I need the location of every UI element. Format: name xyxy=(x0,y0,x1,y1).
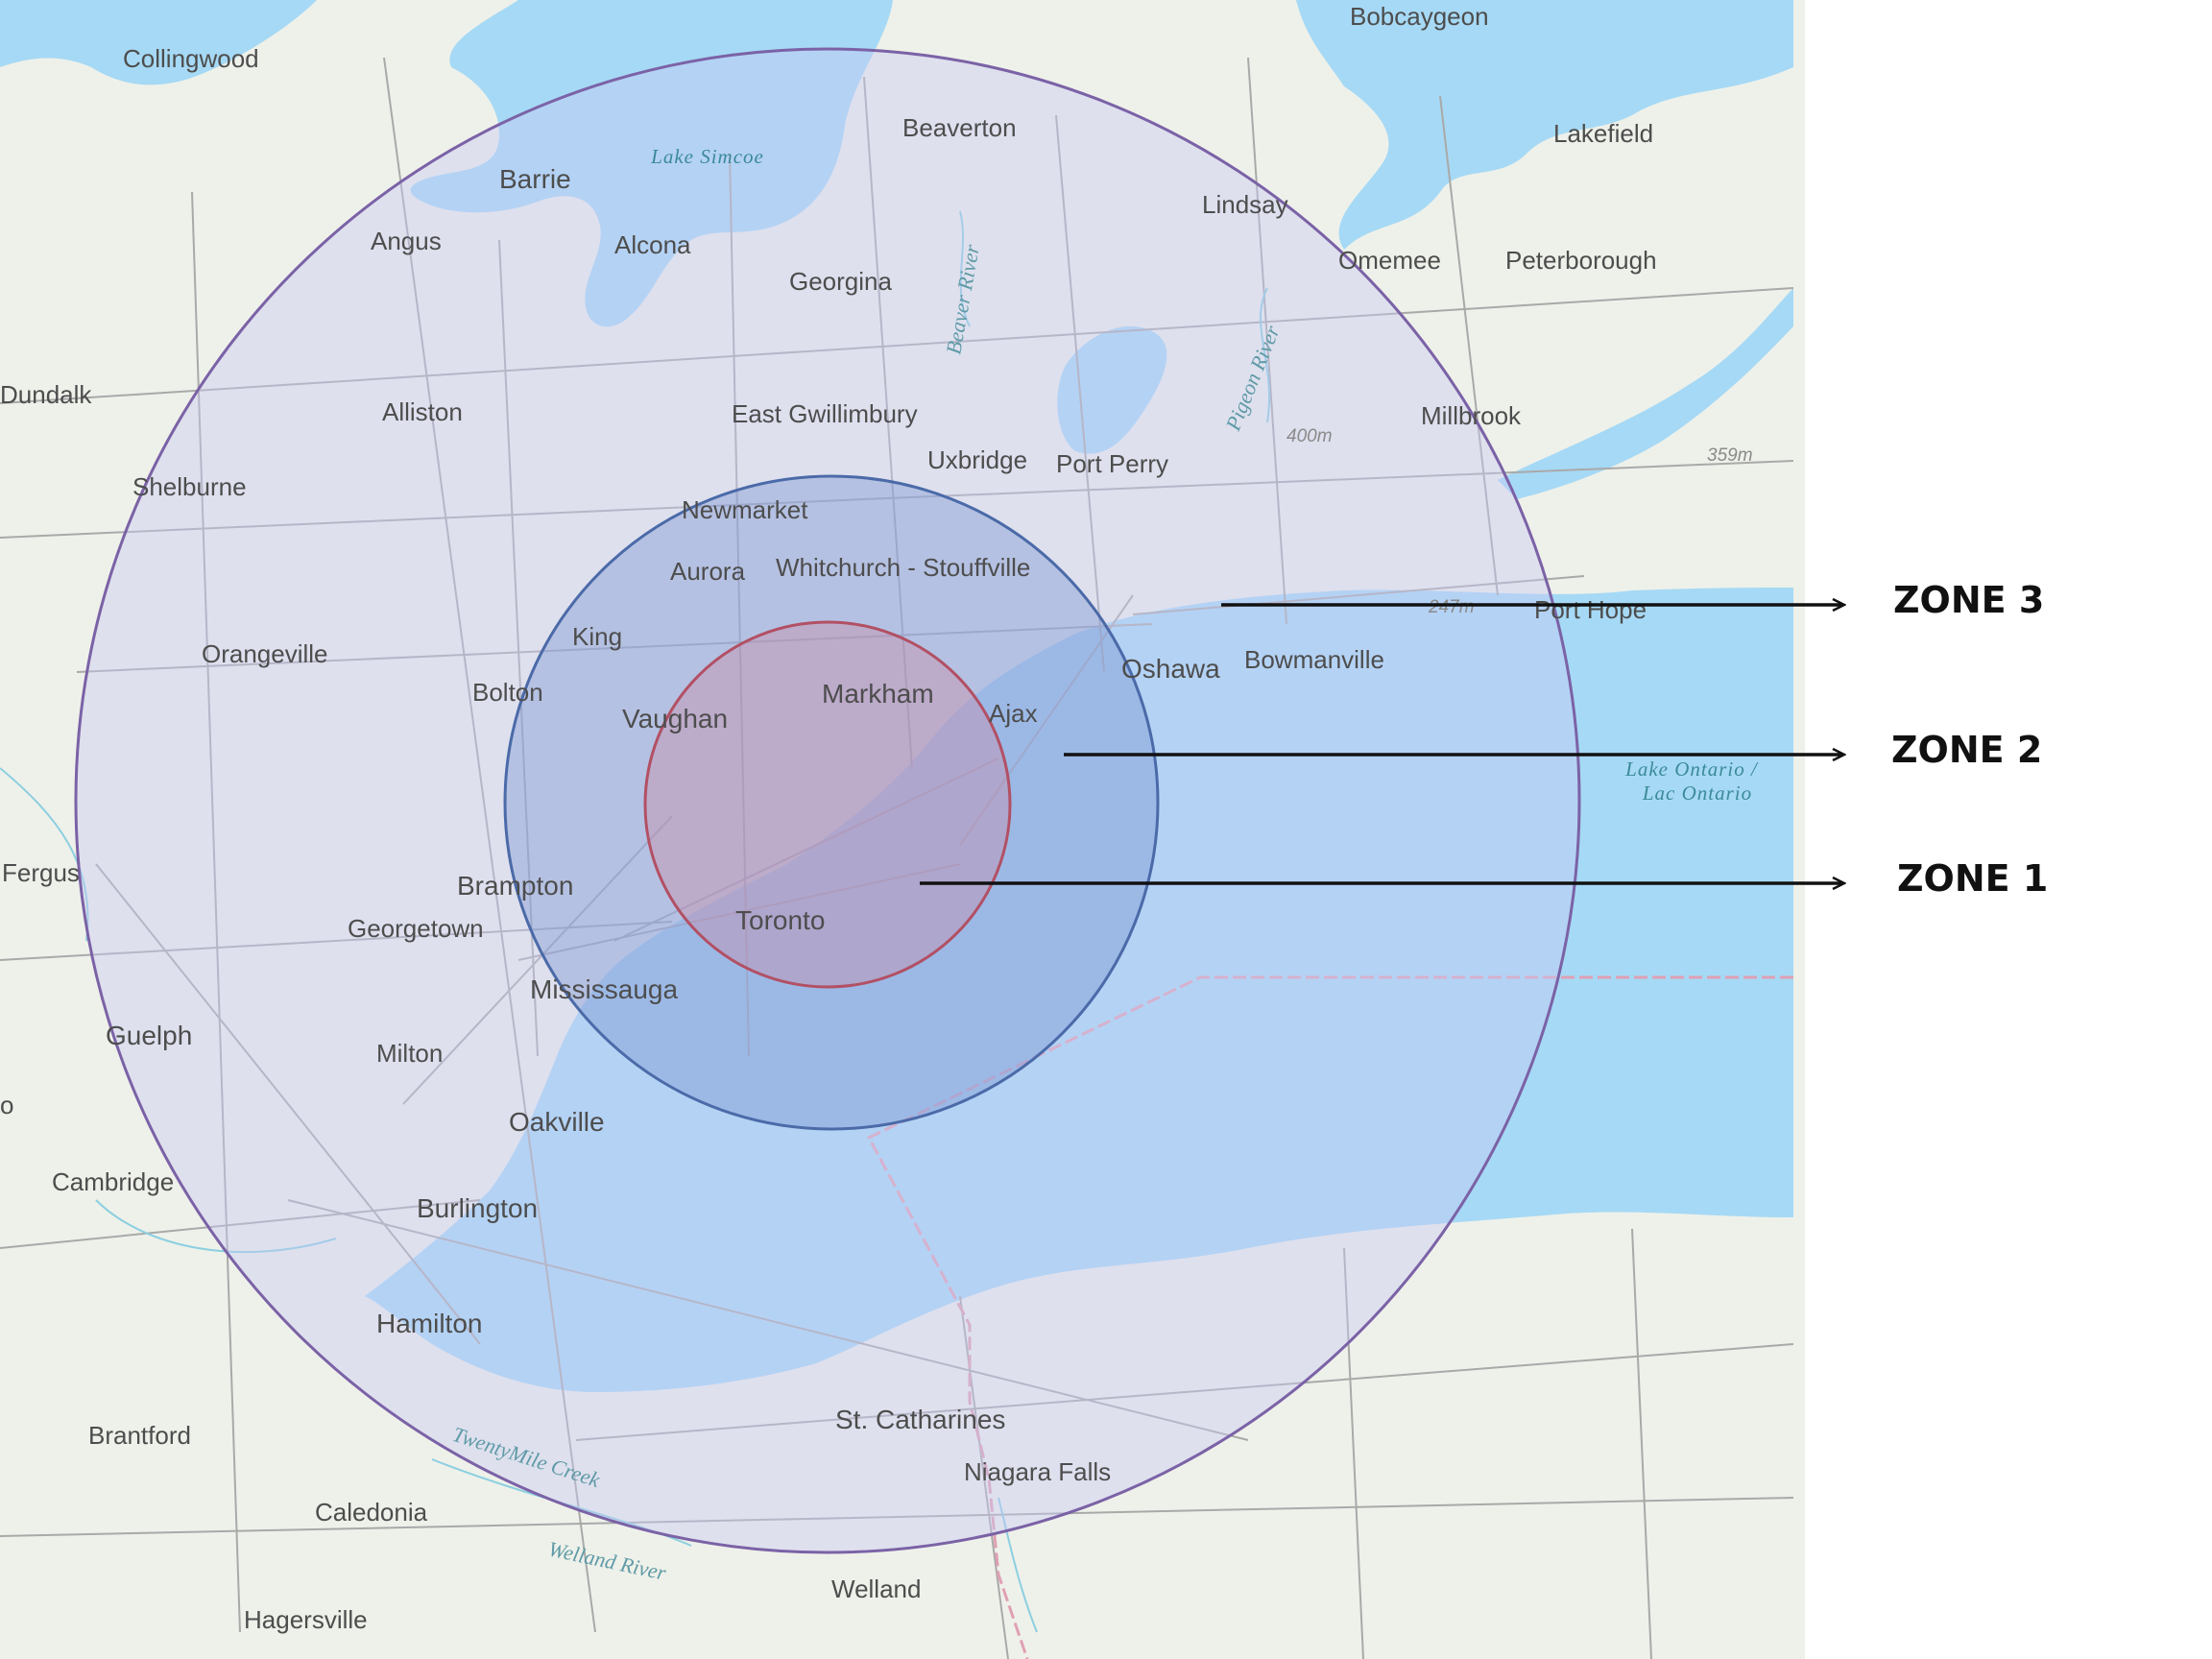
lake-simcoe-label: Lake Simcoe xyxy=(650,145,764,168)
lake-ontario-label-1: Lake Ontario / xyxy=(1624,757,1759,781)
place-label: King xyxy=(572,622,622,651)
place-label: Welland xyxy=(831,1575,921,1603)
place-label: Mississauga xyxy=(530,974,678,1004)
place-label: Ajax xyxy=(989,699,1038,728)
place-label: Bobcaygeon xyxy=(1350,2,1489,31)
place-label: o xyxy=(0,1091,13,1119)
place-label: Markham xyxy=(822,679,934,709)
place-label: Lakefield xyxy=(1553,119,1653,148)
place-label: Guelph xyxy=(106,1021,192,1050)
zone-1-label: ZONE 1 xyxy=(1897,857,2048,900)
place-label: Niagara Falls xyxy=(964,1457,1111,1486)
place-label: Barrie xyxy=(499,164,571,194)
place-label: Burlington xyxy=(417,1193,538,1223)
basemap: Lake Simcoe Lake Ontario / Lac Ontario T… xyxy=(0,0,1793,1659)
place-label: Millbrook xyxy=(1421,401,1522,430)
zone-2-label: ZONE 2 xyxy=(1891,729,2042,771)
place-label: Georgetown xyxy=(348,914,484,943)
place-label: Cambridge xyxy=(52,1167,174,1196)
zone-1-circle[interactable] xyxy=(643,620,1012,989)
place-label: Collingwood xyxy=(123,44,259,73)
place-label: Port Perry xyxy=(1056,449,1168,478)
place-label: Peterborough xyxy=(1505,246,1657,275)
place-label: Hagersville xyxy=(244,1605,368,1634)
place-label: Milton xyxy=(376,1039,443,1068)
place-label: Port Hope xyxy=(1534,595,1647,624)
place-label: East Gwillimbury xyxy=(732,399,918,428)
place-label: Uxbridge xyxy=(927,445,1027,474)
place-label: Whitchurch - Stouffville xyxy=(776,553,1030,582)
place-label: Vaughan xyxy=(622,704,728,733)
place-label: Caledonia xyxy=(315,1498,428,1527)
place-label: Aurora xyxy=(670,557,746,586)
place-label: Fergus xyxy=(2,858,80,887)
place-label: St. Catharines xyxy=(835,1405,1005,1434)
place-label: Brampton xyxy=(457,871,573,901)
place-label: Omemee xyxy=(1338,246,1441,275)
elevation-label: 359m xyxy=(1707,445,1753,466)
place-label: Lindsay xyxy=(1202,190,1288,219)
place-label: Hamilton xyxy=(376,1309,482,1338)
place-label: Newmarket xyxy=(682,495,808,524)
elevation-label: 247m xyxy=(1428,597,1475,617)
place-label: Angus xyxy=(371,227,442,255)
lake-ontario-label-2: Lac Ontario xyxy=(1642,781,1752,805)
place-label: Brantford xyxy=(88,1421,191,1450)
zone-map[interactable]: Lake Simcoe Lake Ontario / Lac Ontario T… xyxy=(0,0,2212,1659)
zone-3-label: ZONE 3 xyxy=(1893,579,2044,621)
place-label: Oshawa xyxy=(1121,654,1220,684)
place-label: Orangeville xyxy=(202,639,328,668)
place-label: Shelburne xyxy=(132,472,247,501)
place-label: Bowmanville xyxy=(1244,645,1384,674)
place-label: Alcona xyxy=(614,230,691,259)
place-label: Alliston xyxy=(382,397,463,426)
place-label: Georgina xyxy=(789,267,892,296)
place-label: Dundalk xyxy=(0,380,92,409)
place-label: Toronto xyxy=(735,905,825,935)
elevation-label: 400m xyxy=(1286,426,1333,446)
place-label: Bolton xyxy=(472,678,543,707)
place-label: Beaverton xyxy=(902,113,1017,142)
place-label: Oakville xyxy=(509,1107,605,1137)
